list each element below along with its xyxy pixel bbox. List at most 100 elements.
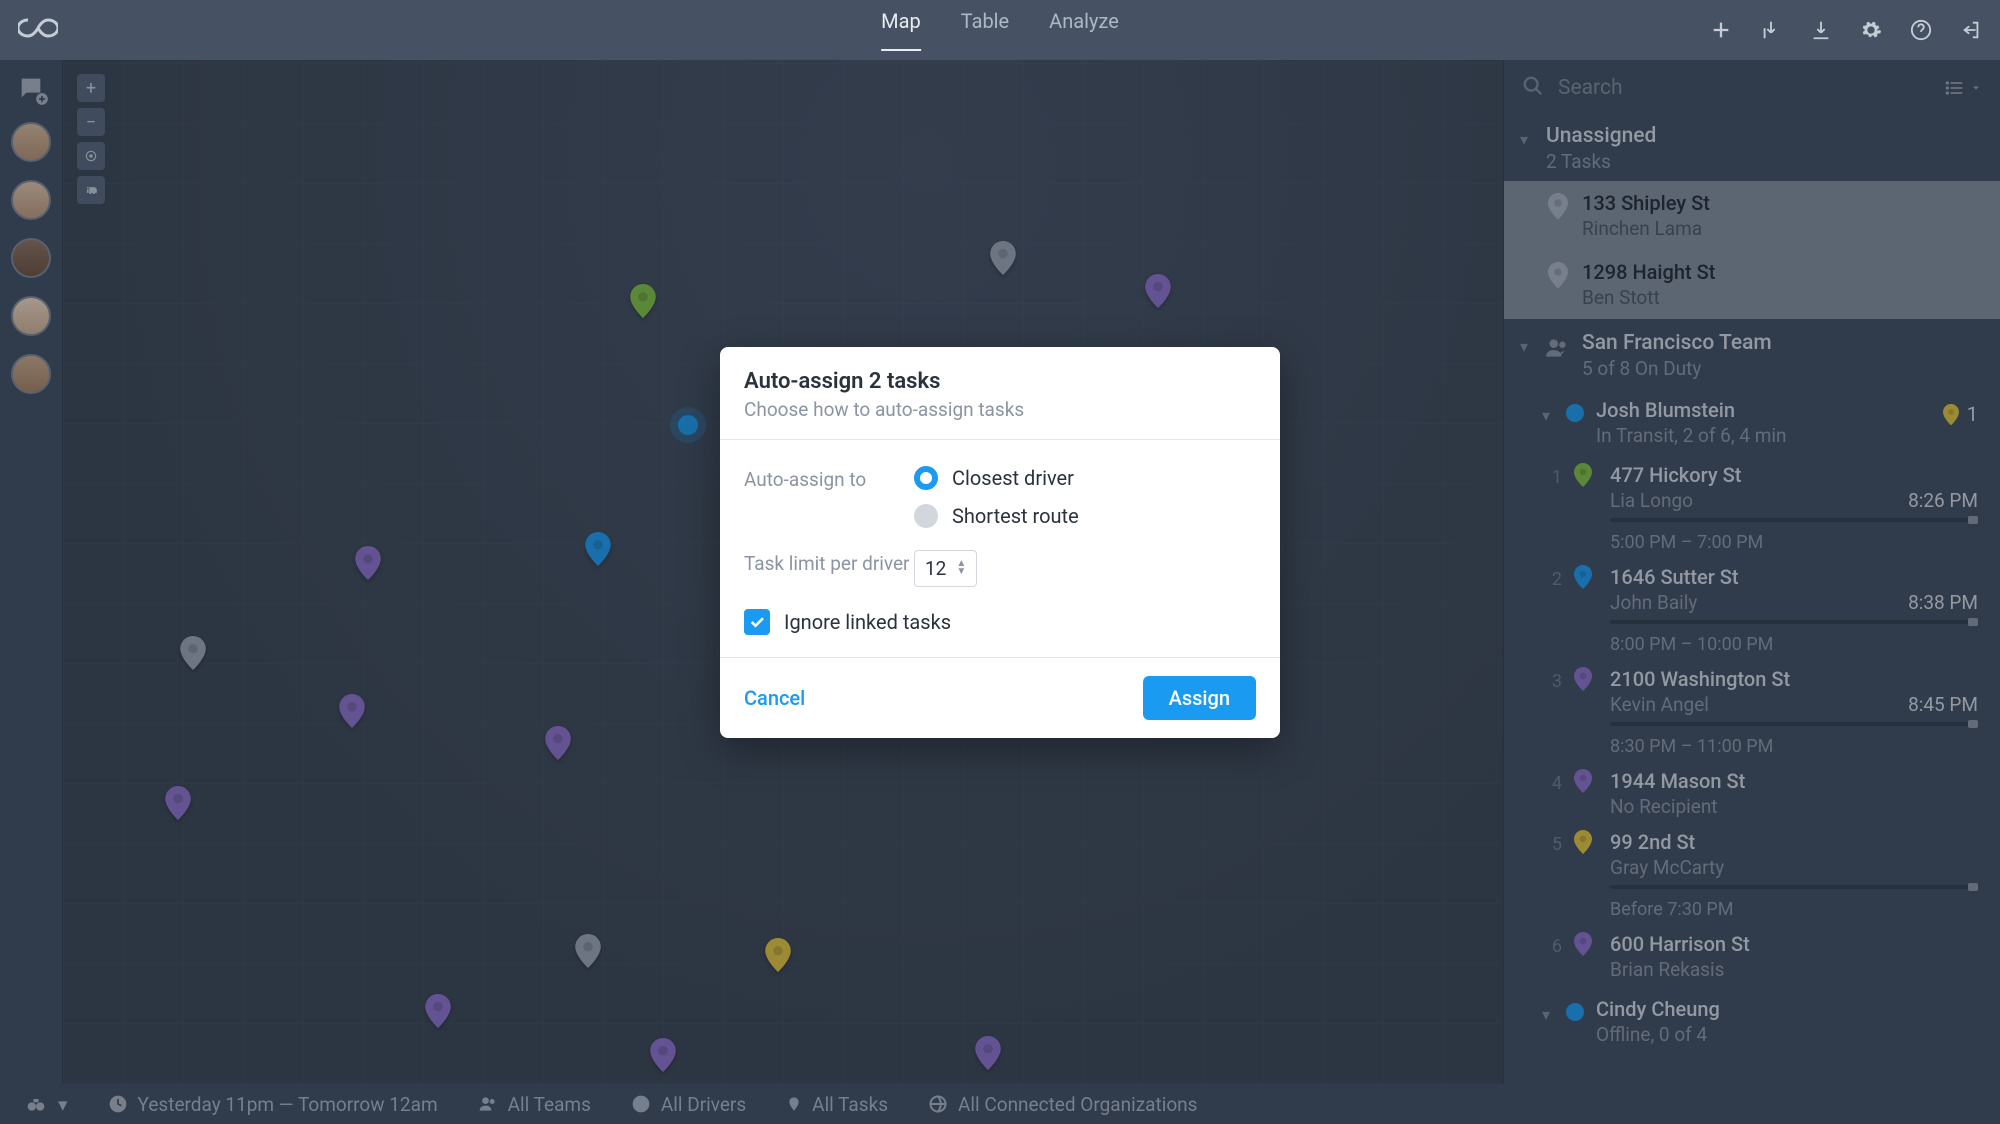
list-view-toggle[interactable] [1944,78,1982,98]
stop-address: 2100 Washington St [1610,667,1978,691]
stop-row[interactable]: 5 99 2nd St Gray McCarty Before 7:30 PM [1504,824,2000,926]
time-bar [1610,722,1978,726]
locate-button[interactable] [77,142,105,170]
driver-status-dot [1566,1003,1584,1021]
avatar-rail [0,60,63,1084]
avatar[interactable] [11,180,51,220]
driver-name: Josh Blumstein [1596,398,1982,422]
logout-icon[interactable] [1960,19,1982,41]
tab-analyze[interactable]: Analyze [1049,9,1119,51]
driver-status-dot [1566,404,1584,422]
task-panel: ▾ Unassigned 2 Tasks 133 Shipley St Rinc… [1503,60,2000,1084]
map-pin[interactable] [339,694,365,728]
stop-recipient: Kevin Angel [1610,693,1709,716]
stop-recipient: No Recipient [1610,795,1718,818]
import-icon[interactable] [1760,19,1782,41]
map-pin[interactable] [180,636,206,670]
map-pin[interactable] [575,934,601,968]
search-input[interactable] [1558,76,1930,100]
map-pin[interactable] [990,241,1016,275]
search-icon [1522,75,1544,101]
ignore-linked-checkbox[interactable]: Ignore linked tasks [744,609,1256,635]
stop-address: 99 2nd St [1610,830,1978,854]
driver-row[interactable]: ▾ Josh Blumstein In Transit, 2 of 6, 4 m… [1504,388,2000,457]
section-title: Unassigned [1546,124,1982,148]
map-pin[interactable] [545,726,571,760]
team-section[interactable]: ▾ San Francisco Team 5 of 8 On Duty [1504,323,2000,388]
teams-filter[interactable]: All Teams [478,1093,591,1116]
assign-button[interactable]: Assign [1143,676,1256,720]
help-icon[interactable] [1910,19,1932,41]
time-bar [1610,518,1978,522]
pin-icon [1574,769,1592,793]
time-range-filter[interactable]: Yesterday 11pm — Tomorrow 12am [108,1093,438,1116]
stop-row[interactable]: 1 477 Hickory St Lia Longo8:26 PM 5:00 P… [1504,457,2000,559]
add-icon[interactable] [1710,19,1732,41]
task-address: 1298 Haight St [1582,260,1982,284]
map-pin[interactable] [425,994,451,1028]
stop-recipient: Gray McCarty [1610,856,1724,879]
map-pin[interactable] [355,546,381,580]
map-pin[interactable] [1145,274,1171,308]
avatar[interactable] [11,122,51,162]
stop-row[interactable]: 2 1646 Sutter St John Baily8:38 PM 8:00 … [1504,559,2000,661]
task-row[interactable]: 133 Shipley St Rinchen Lama [1504,181,2000,250]
gear-icon[interactable] [1860,19,1882,41]
pin-icon [1574,932,1592,956]
pin-icon [1574,463,1592,487]
chevron-down-icon: ▾ [1520,130,1528,149]
stop-recipient: John Baily [1610,591,1697,614]
team-icon [1544,335,1570,365]
stop-eta: 8:26 PM [1908,489,1978,512]
stop-address: 1944 Mason St [1610,769,1978,793]
map-pin[interactable] [650,1038,676,1072]
task-limit-stepper[interactable]: 12 ▲▼ [914,550,977,587]
drivers-filter[interactable]: All Drivers [631,1093,746,1116]
section-sub: 2 Tasks [1546,150,1982,173]
chevron-down-icon: ▾ [1520,337,1528,356]
stop-row[interactable]: 6 600 Harrison St Brian Rekasis [1504,926,2000,987]
stop-number: 4 [1542,773,1562,794]
download-icon[interactable] [1810,19,1832,41]
radio-closest-driver[interactable]: Closest driver [914,466,1079,490]
stop-number: 5 [1542,834,1562,855]
binoculars-filter[interactable]: ▾ [24,1093,68,1116]
zoom-in-button[interactable]: + [77,74,105,102]
section-sub: 5 of 8 On Duty [1582,357,1982,380]
task-address: 133 Shipley St [1582,191,1982,215]
map-pin[interactable] [765,938,791,972]
stop-row[interactable]: 4 1944 Mason St No Recipient [1504,763,2000,824]
driver-row[interactable]: ▾ Cindy Cheung Offline, 0 of 4 [1504,987,2000,1056]
tab-table[interactable]: Table [961,9,1009,51]
tasks-filter[interactable]: All Tasks [786,1093,888,1116]
stop-window: 8:30 PM – 11:00 PM [1610,736,1978,757]
driver-name: Cindy Cheung [1596,997,1982,1021]
avatar[interactable] [11,354,51,394]
pin-icon [1574,667,1592,691]
chat-icon[interactable] [15,72,47,104]
zoom-out-button[interactable]: − [77,108,105,136]
stepper-arrows-icon: ▲▼ [956,560,966,576]
stop-address: 1646 Sutter St [1610,565,1978,589]
stop-window: 8:00 PM – 10:00 PM [1610,634,1978,655]
stop-row[interactable]: 3 2100 Washington St Kevin Angel8:45 PM … [1504,661,2000,763]
avatar[interactable] [11,238,51,278]
unassigned-section[interactable]: ▾ Unassigned 2 Tasks [1504,116,2000,181]
cancel-button[interactable]: Cancel [744,686,805,710]
stop-window: 5:00 PM – 7:00 PM [1610,532,1978,553]
pin-icon [1548,193,1568,219]
avatar[interactable] [11,296,51,336]
radio-shortest-route[interactable]: Shortest route [914,504,1079,528]
pin-icon [1574,565,1592,589]
orgs-filter[interactable]: All Connected Organizations [928,1093,1197,1116]
task-row[interactable]: 1298 Haight St Ben Stott [1504,250,2000,319]
map-pin[interactable] [975,1036,1001,1070]
map-pin[interactable] [585,532,611,566]
auto-assign-modal: Auto-assign 2 tasks Choose how to auto-a… [720,347,1280,738]
map-pin[interactable] [165,786,191,820]
stop-eta: 8:38 PM [1908,591,1978,614]
tab-map[interactable]: Map [881,9,921,51]
time-range-label: Yesterday 11pm — Tomorrow 12am [138,1093,438,1116]
map-pin[interactable] [630,284,656,318]
traffic-button[interactable] [77,176,105,204]
